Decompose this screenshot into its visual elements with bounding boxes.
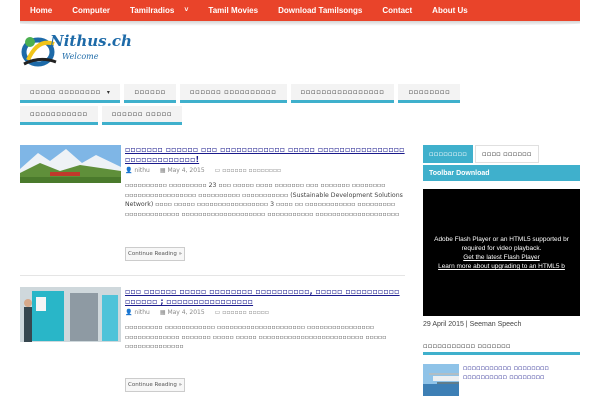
caret-down-icon: ▾ xyxy=(106,88,111,96)
flash-player-link[interactable]: Get the latest Flash Player xyxy=(423,253,580,262)
calendar-icon: ▦ xyxy=(159,167,166,174)
site-logo[interactable]: Nithus.ch Welcome xyxy=(20,30,140,70)
video-message-1: Adobe Flash Player or an HTML5 supported… xyxy=(434,236,569,243)
menu-row-1: ▫▫▫▫▫ ▫▫▫▫▫▫▫▫ ▾ ▫▫▫▫▫▫ ▫▫▫▫▫▫ ▫▫▫▫▫▫▫▫▫▫… xyxy=(20,84,580,103)
post-meta: 👤 nithu ▦ May 4, 2015 ▭ ▫▫▫▫▫▫ ▫▫▫▫▫ xyxy=(125,309,269,316)
video-caption: 29 April 2015 | Seeman Speech xyxy=(423,321,522,328)
calendar-icon: ▦ xyxy=(159,309,166,316)
sidebar-post-thumbnail[interactable] xyxy=(423,364,459,396)
post-thumbnail[interactable] xyxy=(20,145,121,183)
sidebar-section-title: ▫▫▫▫▫▫▫▫▫▫▫ ▫▫▫▫▫▫▫ xyxy=(423,340,580,355)
sidebar-tab-2[interactable]: ▫▫▫▫ ▫▫▫▫▫▫ xyxy=(474,145,539,163)
user-icon: 👤 xyxy=(125,309,133,316)
menu-row-2: ▫▫▫▫▫▫▫▫▫▫▫ ▫▫▫▫▫▫ ▫▫▫▫▫ xyxy=(20,106,580,125)
menu-item-1[interactable]: ▫▫▫▫▫ ▫▫▫▫▫▫▫▫ ▾ xyxy=(20,84,121,103)
continue-reading-button[interactable]: Continue Reading » xyxy=(125,247,185,261)
sidebar-tab-1[interactable]: ▫▫▫▫▫▫▫▫ xyxy=(423,145,473,163)
category-text: ▫▫▫▫▫▫ ▫▫▫▫▫▫▫▫ xyxy=(222,167,282,174)
seaplane-image xyxy=(423,364,459,396)
post-date: ▦ May 4, 2015 xyxy=(160,309,205,316)
logo-title: Nithus.ch xyxy=(50,32,132,50)
toolbar-download-heading: Toolbar Download xyxy=(423,165,580,181)
post-category[interactable]: ▭ ▫▫▫▫▫▫ ▫▫▫▫▫▫▫▫ xyxy=(215,167,281,174)
video-message-2: required for video playback. xyxy=(461,245,542,252)
sidebar-post-title: ▫▫▫▫▫▫▫▫▫▫▫ ▫▫▫▫▫▫▫▫ ▫▫▫▫▫▫▫▫▫▫ ▫▫▫▫▫▫▫▫ xyxy=(462,364,549,381)
video-player[interactable]: Adobe Flash Player or an HTML5 supported… xyxy=(423,189,580,316)
continue-reading-button[interactable]: Continue Reading » xyxy=(125,378,185,392)
menu-item-3[interactable]: ▫▫▫▫▫▫ ▫▫▫▫▫▫▫▫▫▫ xyxy=(179,84,287,103)
nav-tamil-movies-label: Tamil Movies xyxy=(208,6,259,15)
menu-item-2[interactable]: ▫▫▫▫▫▫ xyxy=(124,84,176,103)
post-author[interactable]: 👤 nithu xyxy=(125,309,150,316)
nav-contact-label: Contact xyxy=(382,6,413,15)
date-text: May 4, 2015 xyxy=(167,167,205,174)
html5-upgrade-link[interactable]: Learn more about upgrading to an HTML5 b xyxy=(423,262,580,271)
category-text: ▫▫▫▫▫▫ ▫▫▫▫▫ xyxy=(222,309,269,316)
user-icon: 👤 xyxy=(125,167,133,174)
menu-item-4[interactable]: ▫▫▫▫▫▫▫▫▫▫▫▫▫▫▫▫ xyxy=(290,84,395,103)
nav-tamil-movies[interactable]: Tamil Movies xyxy=(198,0,268,21)
nav-computer-label: Computer xyxy=(72,6,111,15)
sidebar: ▫▫▫▫▫▫▫▫ ▫▫▫▫ ▫▫▫▫▫▫ Toolbar Download Ad… xyxy=(423,145,580,396)
post-thumbnail[interactable] xyxy=(20,287,121,342)
date-text: May 4, 2015 xyxy=(167,309,205,316)
sidebar-post[interactable]: ▫▫▫▫▫▫▫▫▫▫▫ ▫▫▫▫▫▫▫▫ ▫▫▫▫▫▫▫▫▫▫ ▫▫▫▫▫▫▫▫ xyxy=(423,364,580,396)
post-author[interactable]: 👤 nithu xyxy=(125,167,150,174)
sidebar-tabs: ▫▫▫▫▫▫▫▫ ▫▫▫▫ ▫▫▫▫▫▫ xyxy=(423,145,580,163)
nav-about-label: About Us xyxy=(432,6,468,15)
nav-tamilradios[interactable]: Tamilradios ˅ xyxy=(120,0,198,21)
post-excerpt: ▫▫▫▫▫▫▫▫▫ ▫▫▫▫▫▫▫▫▫▫▫▫ ▫▫▫▫▫▫▫▫▫▫▫▫▫▫▫▫▫… xyxy=(125,324,387,350)
logo-subtitle: Welcome xyxy=(62,52,99,61)
main-menu: ▫▫▫▫▫ ▫▫▫▫▫▫▫▫ ▾ ▫▫▫▫▫▫ ▫▫▫▫▫▫ ▫▫▫▫▫▫▫▫▫▫… xyxy=(20,84,580,128)
nav-home[interactable]: Home xyxy=(20,0,62,21)
menu-item-label: ▫▫▫▫▫ ▫▫▫▫▫▫▫▫ xyxy=(30,88,101,96)
menu-item-label: ▫▫▫▫▫▫ xyxy=(134,88,166,96)
nav-contact[interactable]: Contact xyxy=(372,0,422,21)
menu-item-label: ▫▫▫▫▫▫ ▫▫▫▫▫ xyxy=(111,110,173,118)
menu-item-7[interactable]: ▫▫▫▫▫▫ ▫▫▫▫▫ xyxy=(101,106,183,125)
nav-home-label: Home xyxy=(30,6,53,15)
menu-item-5[interactable]: ▫▫▫▫▫▫▫▫ xyxy=(398,84,461,103)
author-name: nithu xyxy=(134,167,150,174)
nav-download-label: Download Tamilsongs xyxy=(278,6,363,15)
nav-about-us[interactable]: About Us xyxy=(422,0,478,21)
post-category[interactable]: ▭ ▫▫▫▫▫▫ ▫▫▫▫▫ xyxy=(215,309,269,316)
chevron-down-icon: ˅ xyxy=(184,7,189,14)
nav-shadow xyxy=(20,21,580,26)
post-date: ▦ May 4, 2015 xyxy=(160,167,205,174)
top-nav: Home Computer Tamilradios ˅ Tamil Movies … xyxy=(20,0,580,21)
menu-item-label: ▫▫▫▫▫▫▫▫▫▫▫▫▫▫▫▫ xyxy=(300,88,385,96)
mountain-train-image xyxy=(20,145,121,183)
menu-item-label: ▫▫▫▫▫▫▫▫ xyxy=(408,88,451,96)
post-excerpt: ▫▫▫▫▫▫▫▫▫▫ ▫▫▫▫▫▫▫▫▫ 23 ▫▫▫ ▫▫▫▫▫ ▫▫▫▫ ▫… xyxy=(125,182,403,218)
menu-item-6[interactable]: ▫▫▫▫▫▫▫▫▫▫▫ xyxy=(20,106,98,125)
author-name: nithu xyxy=(134,309,150,316)
post-title-link[interactable]: ▫▫▫▫▫▫▫ ▫▫▫▫▫▫ ▫▫▫ ▫▫▫▫▫▫▫▫▫▫▫▫ ▫▫▫▫▫ ▫▫… xyxy=(125,145,405,165)
post-divider xyxy=(20,275,405,276)
nav-tamilradios-label: Tamilradios xyxy=(130,6,175,15)
menu-item-label: ▫▫▫▫▫▫ ▫▫▫▫▫▫▫▫▫▫ xyxy=(189,88,277,96)
nav-download-tamilsongs[interactable]: Download Tamilsongs xyxy=(268,0,372,21)
menu-item-label: ▫▫▫▫▫▫▫▫▫▫▫ xyxy=(30,110,88,118)
post-title-link[interactable]: ▫▫▫ ▫▫▫▫▫▫ ▫▫▫▫▫ ▫▫▫▫▫▫▫▫ ▫▫▫▫▫▫▫▫▫▫, ▫▫… xyxy=(125,287,405,307)
post-meta: 👤 nithu ▦ May 4, 2015 ▭ ▫▫▫▫▫▫ ▫▫▫▫▫▫▫▫ xyxy=(125,167,281,174)
folder-icon: ▭ xyxy=(214,167,221,174)
nav-computer[interactable]: Computer xyxy=(62,0,120,21)
folder-icon: ▭ xyxy=(214,309,221,316)
vending-machine-image xyxy=(20,287,121,342)
